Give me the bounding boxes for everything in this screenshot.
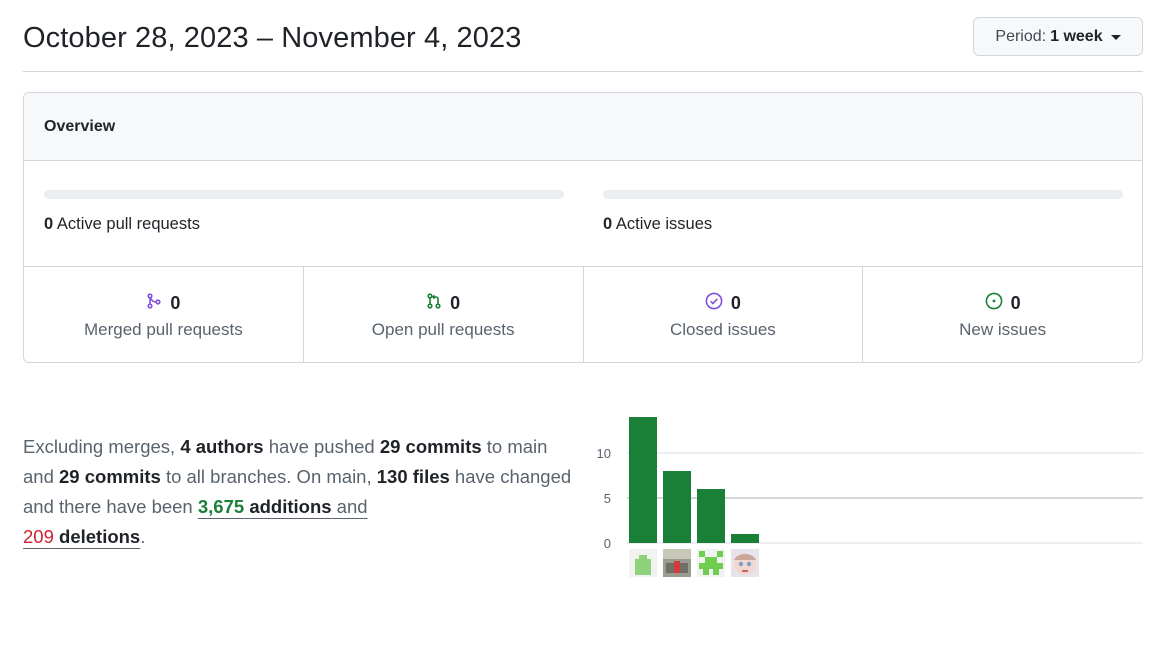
active-issues-count: 0: [603, 215, 613, 233]
author-avatar[interactable]: [629, 549, 657, 577]
files-count: 130 files: [376, 466, 450, 487]
date-range-title: October 28, 2023 – November 4, 2023: [23, 22, 522, 54]
y-tick-label: 0: [604, 536, 611, 550]
active-issues-link[interactable]: 0 Active issues: [603, 215, 712, 234]
issue-closed-icon: [705, 292, 723, 315]
active-pull-requests-progress-bar: [44, 190, 564, 199]
closed-issues-label: Closed issues: [669, 320, 776, 339]
caret-down-icon: [1110, 35, 1121, 40]
additions-label: additions: [249, 496, 332, 517]
commit-bar[interactable]: [629, 417, 657, 543]
summary-text: to all branches. On main,: [160, 466, 377, 487]
git-merge-icon: [146, 292, 162, 314]
commits-main-count: 29 commits: [379, 436, 482, 457]
stat-closed-issues[interactable]: 0 Closed issues: [584, 267, 864, 362]
summary-text: .: [140, 526, 146, 547]
issue-opened-icon: [985, 292, 1003, 315]
deletions-count: 209: [23, 526, 54, 547]
active-pull-requests-link[interactable]: 0 Active pull requests: [44, 215, 200, 234]
stat-open-pull-requests[interactable]: 0 Open pull requests: [304, 267, 584, 362]
active-issues-label: Active issues: [615, 215, 713, 233]
additions-link[interactable]: 3,675 additions and: [198, 496, 368, 517]
commit-bar[interactable]: [731, 534, 759, 543]
commit-summary: Excluding merges, 4 authors have pushed …: [23, 432, 583, 552]
period-dropdown-button[interactable]: Period: 1 week: [973, 17, 1143, 56]
chart-svg: 0 5 10: [597, 417, 1143, 550]
author-avatar[interactable]: [731, 549, 759, 577]
new-issues-count: 0: [1010, 292, 1021, 313]
summary-text: Excluding merges,: [23, 436, 181, 457]
overview-header: Overview: [24, 93, 1142, 161]
period-value: 1 week: [1050, 27, 1103, 45]
commits-all-count: 29 commits: [59, 466, 161, 487]
overview-activity: 0 Active pull requests 0 Active issues: [24, 161, 1142, 267]
active-issues-progress-bar: [603, 190, 1123, 199]
page-header: October 28, 2023 – November 4, 2023 Peri…: [23, 0, 1143, 72]
commit-bar[interactable]: [663, 471, 691, 543]
git-pull-request-icon: [426, 292, 442, 314]
y-tick-label: 10: [597, 446, 611, 461]
commit-bar[interactable]: [697, 489, 725, 543]
author-avatar[interactable]: [663, 549, 691, 577]
period-label: Period:: [995, 27, 1047, 45]
deletions-label: deletions: [59, 526, 141, 547]
y-tick-label: 5: [604, 491, 611, 506]
overview-title: Overview: [44, 117, 116, 135]
active-pull-requests-count: 0: [44, 215, 54, 233]
author-avatar[interactable]: [697, 549, 725, 577]
overview-panel: Overview 0 Active pull requests 0 Active…: [23, 92, 1143, 363]
overview-stats: 0 Merged pull requests 0 Open pull reque…: [24, 267, 1142, 362]
additions-count: 3,675: [197, 496, 245, 517]
authors-count: 4 authors: [180, 436, 264, 457]
open-pull-requests-label: Open pull requests: [371, 320, 515, 339]
closed-issues-count: 0: [730, 292, 741, 313]
summary-text: and: [331, 496, 368, 517]
deletions-link[interactable]: 209 deletions: [23, 526, 140, 547]
merged-pull-requests-count: 0: [170, 292, 181, 313]
merged-pull-requests-label: Merged pull requests: [83, 320, 243, 339]
new-issues-label: New issues: [959, 320, 1047, 339]
stat-merged-pull-requests[interactable]: 0 Merged pull requests: [24, 267, 304, 362]
active-pull-requests-label: Active pull requests: [56, 215, 200, 233]
open-pull-requests-count: 0: [450, 292, 461, 313]
stat-new-issues[interactable]: 0 New issues: [863, 267, 1142, 362]
commits-by-author-chart: 0 5 10: [583, 400, 1143, 590]
summary-text: have pushed: [263, 436, 380, 457]
